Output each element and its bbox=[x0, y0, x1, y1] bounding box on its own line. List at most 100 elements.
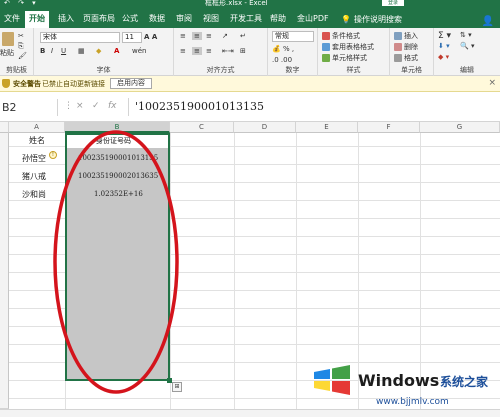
cell-a2[interactable]: 孙悟空 bbox=[22, 153, 46, 164]
gridline bbox=[234, 133, 235, 409]
delete-icon bbox=[394, 43, 402, 51]
font-size-select[interactable]: 11 bbox=[122, 32, 142, 43]
enable-content-button[interactable]: 启用内容 bbox=[110, 78, 152, 89]
conditional-format-button[interactable]: 条件格式 bbox=[322, 31, 360, 41]
accounting-format-icon[interactable]: 💰 % , bbox=[272, 45, 294, 53]
cell-styles-label: 单元格样式 bbox=[332, 54, 367, 62]
select-all-corner[interactable] bbox=[0, 122, 9, 133]
align-right-icon[interactable]: ≡ bbox=[206, 47, 212, 55]
tab-help[interactable]: 帮助 bbox=[266, 11, 290, 28]
document-title: 框框形.xlsx - Excel bbox=[205, 0, 268, 7]
column-header-d[interactable]: D bbox=[234, 122, 296, 133]
tab-developer[interactable]: 开发工具 bbox=[226, 11, 266, 28]
borders-icon[interactable]: ▦ bbox=[78, 47, 85, 55]
group-cells: 插入 删除 格式 单元格 bbox=[390, 28, 434, 76]
format-as-table-label: 套用表格格式 bbox=[332, 43, 374, 51]
tab-formulas[interactable]: 公式 bbox=[118, 11, 142, 28]
clear-icon[interactable]: ◆ ▾ bbox=[438, 53, 449, 61]
column-header-g[interactable]: G bbox=[420, 122, 500, 133]
grow-font-icon[interactable]: A A bbox=[144, 33, 157, 41]
align-top-icon[interactable]: ≡ bbox=[180, 32, 186, 40]
formula-bar: B2 ⋮ × ✓ fx '100235190001013135 bbox=[0, 92, 500, 122]
column-header-e[interactable]: E bbox=[296, 122, 358, 133]
format-icon bbox=[394, 54, 402, 62]
decimal-places-icon[interactable]: .0 .00 bbox=[272, 56, 292, 64]
align-left-icon[interactable]: ≡ bbox=[180, 47, 186, 55]
windows-logo-icon bbox=[314, 365, 350, 395]
name-box-dropdown-icon[interactable]: ⋮ bbox=[64, 101, 73, 111]
sort-filter-icon[interactable]: ⇅ ▾ bbox=[460, 31, 472, 39]
enter-icon[interactable]: ✓ bbox=[92, 101, 100, 111]
tab-review[interactable]: 审阅 bbox=[172, 11, 196, 28]
table-format-icon bbox=[322, 43, 330, 51]
font-name-select[interactable]: 宋体 bbox=[40, 32, 120, 43]
format-as-table-button[interactable]: 套用表格格式 bbox=[322, 42, 374, 52]
fill-color-icon[interactable]: ◆ bbox=[96, 47, 101, 55]
bold-icon[interactable]: B bbox=[40, 47, 45, 55]
group-label-editing: 编辑 bbox=[460, 66, 474, 74]
cell-a3[interactable]: 猪八戒 bbox=[22, 171, 46, 182]
insert-cells-button[interactable]: 插入 bbox=[394, 31, 418, 41]
formula-input[interactable]: '100235190001013135 bbox=[128, 98, 500, 116]
tab-home[interactable]: 开始 bbox=[25, 11, 49, 28]
align-bottom-icon[interactable]: ≡ bbox=[206, 32, 212, 40]
find-select-icon[interactable]: 🔍 ▾ bbox=[460, 42, 474, 50]
underline-icon[interactable]: U bbox=[61, 47, 66, 55]
merge-center-icon[interactable]: ⊞ bbox=[240, 47, 246, 55]
name-box[interactable]: B2 bbox=[0, 99, 58, 116]
cell-a4[interactable]: 沙和尚 bbox=[22, 189, 46, 200]
format-painter-icon[interactable]: 🖌 bbox=[18, 52, 27, 60]
group-label-styles: 样式 bbox=[346, 66, 361, 74]
cell-styles-icon bbox=[322, 54, 330, 62]
title-bar: ↶ ↷ ▾ 框框形.xlsx - Excel 登录 bbox=[0, 0, 500, 8]
tab-kingsoft-pdf[interactable]: 金山PDF bbox=[293, 11, 333, 28]
tab-insert[interactable]: 插入 bbox=[54, 11, 78, 28]
italic-icon[interactable]: I bbox=[51, 47, 53, 55]
tab-view[interactable]: 视图 bbox=[199, 11, 223, 28]
paste-icon bbox=[2, 32, 14, 46]
number-format-select[interactable]: 常规 bbox=[272, 31, 314, 42]
tab-file[interactable]: 文件 bbox=[0, 11, 24, 28]
delete-cells-button[interactable]: 删除 bbox=[394, 42, 418, 52]
close-icon[interactable]: × bbox=[488, 78, 496, 88]
insert-icon bbox=[394, 32, 402, 40]
quick-access-toolbar[interactable]: ↶ ↷ ▾ bbox=[4, 0, 39, 7]
group-styles: 条件格式 套用表格格式 单元格样式 样式 bbox=[318, 28, 390, 76]
align-center-icon[interactable]: ≡ bbox=[192, 47, 202, 55]
group-alignment: ≡ ≡ ≡ ↗ ↵ ≡ ≡ ≡ ⇤⇥ ⊞ 对齐方式 bbox=[174, 28, 268, 76]
tab-data[interactable]: 数据 bbox=[145, 11, 169, 28]
annotation-ellipse bbox=[53, 130, 179, 394]
font-color-icon[interactable]: A bbox=[114, 47, 119, 55]
shield-icon bbox=[2, 79, 10, 88]
cut-icon[interactable]: ✂ bbox=[18, 32, 24, 40]
autosum-icon[interactable]: Σ ▾ bbox=[438, 31, 451, 41]
insert-function-icon[interactable]: fx bbox=[108, 101, 117, 111]
align-middle-icon[interactable]: ≡ bbox=[192, 32, 202, 40]
login-button[interactable]: 登录 bbox=[382, 0, 404, 6]
format-cells-button[interactable]: 格式 bbox=[394, 53, 418, 63]
conditional-format-icon bbox=[322, 32, 330, 40]
column-header-f[interactable]: F bbox=[358, 122, 420, 133]
tell-me-search[interactable]: 💡 操作说明搜索 bbox=[337, 11, 406, 28]
row-header-strip[interactable] bbox=[0, 133, 9, 409]
wrap-text-icon[interactable]: ↵ bbox=[240, 32, 246, 40]
phonetic-icon[interactable]: wén bbox=[132, 47, 146, 55]
orientation-icon[interactable]: ↗ bbox=[222, 32, 228, 40]
indent-icon[interactable]: ⇤⇥ bbox=[222, 47, 234, 55]
cancel-icon[interactable]: × bbox=[76, 101, 84, 111]
paste-label: 粘贴 bbox=[0, 49, 14, 57]
cell-a1[interactable]: 姓名 bbox=[29, 135, 45, 146]
group-number: 常规 💰 % , .0 .00 数字 bbox=[268, 28, 318, 76]
cell-styles-button[interactable]: 单元格样式 bbox=[322, 53, 367, 63]
group-font: 宋体 11 A A B I U ▦ ◆ A wén 字体 bbox=[34, 28, 174, 76]
group-label-number: 数字 bbox=[285, 66, 300, 74]
user-icon[interactable]: 👤 bbox=[482, 16, 494, 27]
copy-icon[interactable]: ⎘ bbox=[18, 42, 24, 51]
watermark-subtitle: 系统之家 bbox=[440, 375, 489, 389]
group-editing: Σ ▾ ⇅ ▾ ⬇ ▾ 🔍 ▾ ◆ ▾ 编辑 bbox=[434, 28, 500, 76]
delete-label: 删除 bbox=[404, 43, 418, 51]
ribbon-home: 粘贴 ✂ ⎘ 🖌 剪贴板 宋体 11 A A B I U ▦ ◆ A wén 字… bbox=[0, 28, 500, 76]
tab-page-layout[interactable]: 页面布局 bbox=[79, 11, 119, 28]
paste-button[interactable] bbox=[2, 32, 14, 46]
fill-icon[interactable]: ⬇ ▾ bbox=[438, 42, 450, 50]
